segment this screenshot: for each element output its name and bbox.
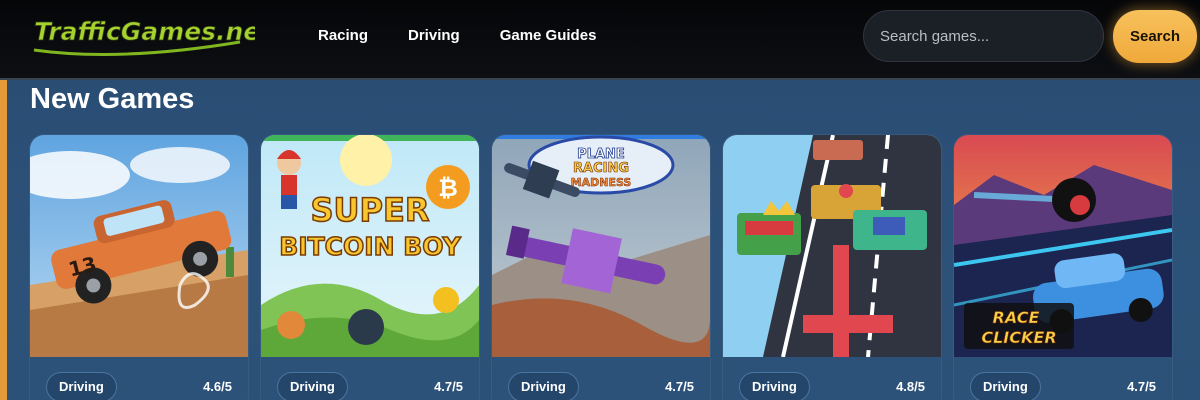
new-games-section: New Games 13 Driving 4.6/5 ₿ SUPER BITCO… [7,80,1200,400]
logo-text: TrafficGames.net [34,17,255,46]
search-button[interactable]: Search [1113,10,1197,63]
game-thumbnail[interactable]: 13 [30,135,248,357]
game-thumbnail[interactable]: RACE CLICKER [954,135,1172,357]
game-card[interactable]: 13 Driving 4.6/5 [30,135,248,400]
title-art-line1: PLANE [577,147,625,162]
title-art-line1: RACE [993,308,1040,327]
nav-driving[interactable]: Driving [408,26,460,46]
rating-text: 4.6/5 [203,379,232,394]
category-tag[interactable]: Driving [508,372,579,400]
muscle-car-art: 13 [30,135,248,357]
race-clicker-art: RACE CLICKER [954,135,1172,357]
game-thumbnail[interactable]: ₿ SUPER BITCOIN BOY [261,135,479,357]
bitcoin-symbol: ₿ [438,174,458,202]
rating-text: 4.7/5 [434,379,463,394]
section-title: New Games [30,83,195,115]
nav-game-guides[interactable]: Game Guides [500,26,597,46]
game-card[interactable]: ₿ SUPER BITCOIN BOY Driving 4.7/5 [261,135,479,400]
title-art-line2: BITCOIN BOY [279,232,461,261]
logo-graphic: TrafficGames.net [34,17,274,56]
rating-text: 4.8/5 [896,379,925,394]
category-tag[interactable]: Driving [739,372,810,400]
search-input[interactable] [863,10,1104,62]
card-footer: Driving 4.7/5 [492,357,710,400]
title-art-line3: MADNESS [571,176,632,189]
site-header: TrafficGames.net Racing Driving Game Gui… [0,0,1200,80]
category-tag[interactable]: Driving [46,372,117,400]
game-card[interactable]: RACE CLICKER Driving 4.7/5 [954,135,1172,400]
nav-racing[interactable]: Racing [318,26,368,46]
rating-text: 4.7/5 [665,379,694,394]
site-logo[interactable]: TrafficGames.net [30,12,274,60]
super-bitcoin-boy-art: ₿ SUPER BITCOIN BOY [261,135,479,357]
crash-cars-art [723,135,941,357]
plane-racing-art: PLANE RACING MADNESS [492,135,710,357]
title-art-line2: RACING [573,161,629,176]
game-thumbnail[interactable] [723,135,941,357]
card-footer: Driving 4.7/5 [261,357,479,400]
main-nav: Racing Driving Game Guides [318,26,636,46]
rating-text: 4.7/5 [1127,379,1156,394]
card-footer: Driving 4.6/5 [30,357,248,400]
game-card[interactable]: PLANE RACING MADNESS Driving 4.7/5 [492,135,710,400]
card-footer: Driving 4.7/5 [954,357,1172,400]
title-art-line1: SUPER [311,191,430,229]
game-thumbnail[interactable]: PLANE RACING MADNESS [492,135,710,357]
title-art-line2: CLICKER [981,328,1056,347]
category-tag[interactable]: Driving [970,372,1041,400]
game-card[interactable]: Driving 4.8/5 [723,135,941,400]
category-tag[interactable]: Driving [277,372,348,400]
card-footer: Driving 4.8/5 [723,357,941,400]
